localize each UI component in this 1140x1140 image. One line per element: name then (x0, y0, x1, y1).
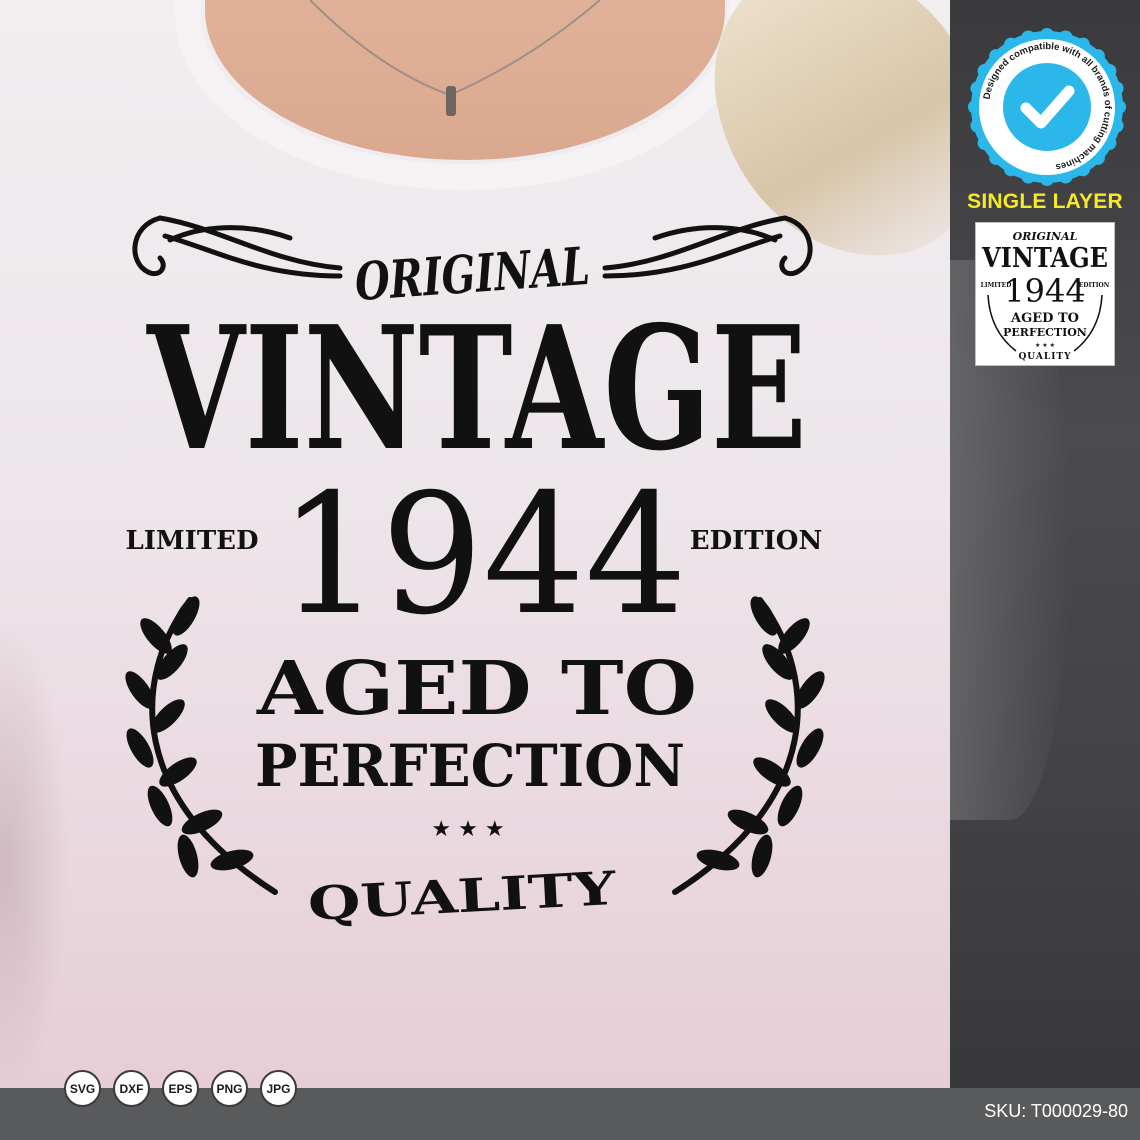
format-badge-jpg: JPG (260, 1070, 297, 1107)
shirt-design: ORIGINAL VINTAGE LIMITED 1944 EDITION AG… (125, 215, 825, 931)
aged-to-text: AGED TO (256, 646, 697, 732)
compatibility-badge: Designed compatible with all brands of c… (968, 28, 1126, 186)
thumb-edition: EDITION (1079, 282, 1110, 289)
laurel-left (125, 596, 278, 895)
thumb-year: 1944 (1004, 272, 1085, 310)
thumb-perfection: PERFECTION (1003, 326, 1087, 339)
thumb-vintage: VINTAGE (981, 243, 1108, 274)
year-text: 1944 (279, 459, 687, 652)
stars-text: ★ ★ ★ (431, 817, 504, 842)
sku-label: SKU: T000029-80 (984, 1101, 1128, 1121)
flourish-right (602, 215, 813, 279)
format-badge-svg: SVG (64, 1070, 101, 1107)
flourish-left (132, 215, 343, 279)
perfection-text: PERFECTION (255, 732, 685, 800)
edition-text: EDITION (690, 526, 822, 556)
laurel-right (672, 596, 825, 895)
thumb-stars: ★ ★ ★ (1035, 342, 1055, 349)
design-thumbnail: ORIGINAL VINTAGE LIMITED 1944 EDITION AG… (975, 222, 1115, 366)
thumb-quality: QUALITY (1018, 352, 1071, 362)
single-layer-label: SINGLE LAYER (967, 190, 1123, 213)
quality-text: QUALITY (307, 861, 619, 931)
limited-text: LIMITED (125, 526, 258, 556)
format-badge-png: PNG (211, 1070, 248, 1107)
thumb-original: ORIGINAL (1013, 230, 1078, 243)
format-badge-dxf: DXF (113, 1070, 150, 1107)
thumb-aged-to: AGED TO (1010, 311, 1079, 326)
format-badge-eps: EPS (162, 1070, 199, 1107)
